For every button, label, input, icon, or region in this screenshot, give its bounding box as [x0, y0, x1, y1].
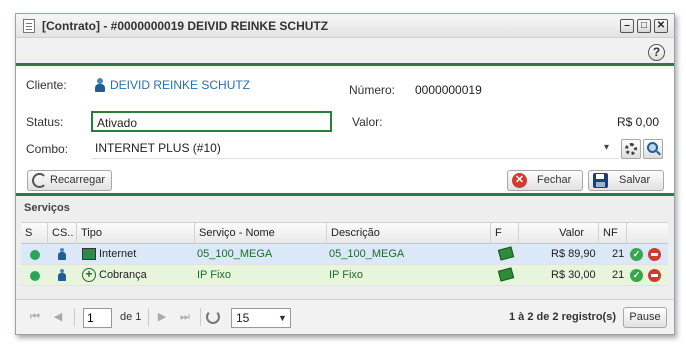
valor-label: Valor: — [352, 115, 383, 129]
first-page-icon[interactable]: ⏮ — [28, 310, 42, 324]
monitor-icon — [82, 248, 96, 260]
document-icon — [23, 19, 35, 33]
delete-icon[interactable] — [648, 248, 661, 261]
money-icon[interactable] — [497, 267, 515, 282]
status-field[interactable]: Ativado — [91, 111, 332, 132]
window-toolbar: ? — [16, 39, 674, 66]
next-page-icon[interactable]: ▶ — [155, 310, 169, 324]
nf-cell: 21 — [612, 248, 625, 260]
section-title: Serviços — [24, 202, 70, 214]
column-header[interactable]: Serviço - Nome — [195, 223, 327, 244]
column-header-actions — [627, 223, 668, 244]
descricao-cell: 05_100_MEGA — [329, 248, 405, 260]
numero-label: Número: — [349, 83, 396, 97]
column-header[interactable]: CS.. — [48, 223, 77, 244]
servico-nome-cell: 05_100_MEGA — [197, 248, 273, 260]
window-title: [Contrato] - #0000000019 DEIVID REINKE S… — [42, 19, 329, 33]
record-count: 1 à 2 de 2 registro(s) — [509, 311, 616, 323]
column-header[interactable]: S — [21, 223, 48, 244]
status-label: Status: — [26, 115, 64, 129]
close-button[interactable]: ✕ — [654, 19, 668, 33]
separator — [74, 308, 75, 326]
window-titlebar[interactable]: [Contrato] - #0000000019 DEIVID REINKE S… — [16, 14, 674, 38]
column-header[interactable]: Tipo — [77, 223, 195, 244]
combo-select[interactable]: INTERNET PLUS (#10) — [91, 138, 619, 159]
separator — [200, 308, 201, 326]
page-of-text: de 1 — [120, 311, 142, 323]
valor-cell: R$ 89,90 — [551, 248, 596, 260]
chevron-down-icon[interactable]: ▼ — [278, 313, 287, 323]
refresh-icon[interactable] — [206, 310, 220, 324]
fechar-button[interactable]: ✕ Fechar — [507, 170, 583, 191]
contract-form: Cliente: DEIVID REINKE SCHUTZ Número: 00… — [16, 69, 674, 197]
chevron-down-icon[interactable]: ▾ — [604, 142, 609, 153]
person-icon — [58, 248, 66, 260]
person-icon — [58, 269, 66, 281]
save-icon — [593, 173, 608, 188]
pagination-bar: ⏮ ◀ de 1 ▶ ⏭ 15 ▼ 1 à 2 de 2 registro(s)… — [16, 299, 674, 334]
plus-circle-icon: + — [82, 268, 96, 282]
table-row[interactable]: Internet 05_100_MEGA 05_100_MEGA R$ 89,9… — [21, 244, 668, 265]
recarregar-button[interactable]: Recarregar — [27, 170, 113, 191]
help-icon[interactable]: ? — [648, 44, 665, 61]
tipo-cell: Cobrança — [99, 269, 147, 281]
status-dot — [30, 271, 40, 281]
grid-header: S CS.. Tipo Serviço - Nome Descrição F V… — [21, 222, 668, 244]
valor-value: R$ 0,00 — [617, 115, 660, 129]
gear-icon — [625, 143, 637, 155]
maximize-button[interactable]: □ — [637, 19, 651, 33]
descricao-cell: IP Fixo — [329, 269, 364, 281]
nf-cell: 21 — [612, 269, 625, 281]
minimize-button[interactable]: – — [620, 19, 634, 33]
servicos-section: Serviços S CS.. Tipo Serviço - Nome Desc… — [16, 196, 674, 334]
table-row[interactable]: + Cobrança IP Fixo IP Fixo R$ 30,00 21 ✓ — [21, 265, 668, 286]
salvar-button[interactable]: Salvar — [588, 170, 664, 191]
refresh-icon — [32, 173, 47, 188]
last-page-icon[interactable]: ⏭ — [178, 310, 192, 324]
page-input[interactable] — [83, 308, 112, 328]
column-header[interactable]: Descrição — [327, 223, 491, 244]
pause-button[interactable]: Pause — [623, 307, 667, 328]
money-icon[interactable] — [497, 246, 515, 261]
contract-window: [Contrato] - #0000000019 DEIVID REINKE S… — [15, 13, 675, 335]
cliente-label: Cliente: — [26, 78, 67, 92]
separator — [148, 308, 149, 326]
numero-value: 0000000019 — [415, 83, 482, 97]
column-header[interactable]: Valor — [519, 223, 599, 244]
valor-cell: R$ 30,00 — [551, 269, 596, 281]
delete-icon[interactable] — [648, 269, 661, 282]
check-icon[interactable]: ✓ — [630, 248, 643, 261]
person-icon — [95, 78, 105, 92]
column-header[interactable]: NF — [599, 223, 627, 244]
combo-config-button[interactable] — [621, 139, 641, 159]
column-header[interactable]: F — [491, 223, 519, 244]
prev-page-icon[interactable]: ◀ — [51, 310, 65, 324]
tipo-cell: Internet — [99, 248, 137, 260]
cancel-icon: ✕ — [512, 173, 527, 188]
status-dot — [30, 250, 40, 260]
cliente-link[interactable]: DEIVID REINKE SCHUTZ — [110, 78, 250, 92]
combo-label: Combo: — [26, 142, 69, 156]
servico-nome-cell: IP Fixo — [197, 269, 232, 281]
check-icon[interactable]: ✓ — [630, 269, 643, 282]
combo-search-button[interactable] — [643, 139, 663, 159]
